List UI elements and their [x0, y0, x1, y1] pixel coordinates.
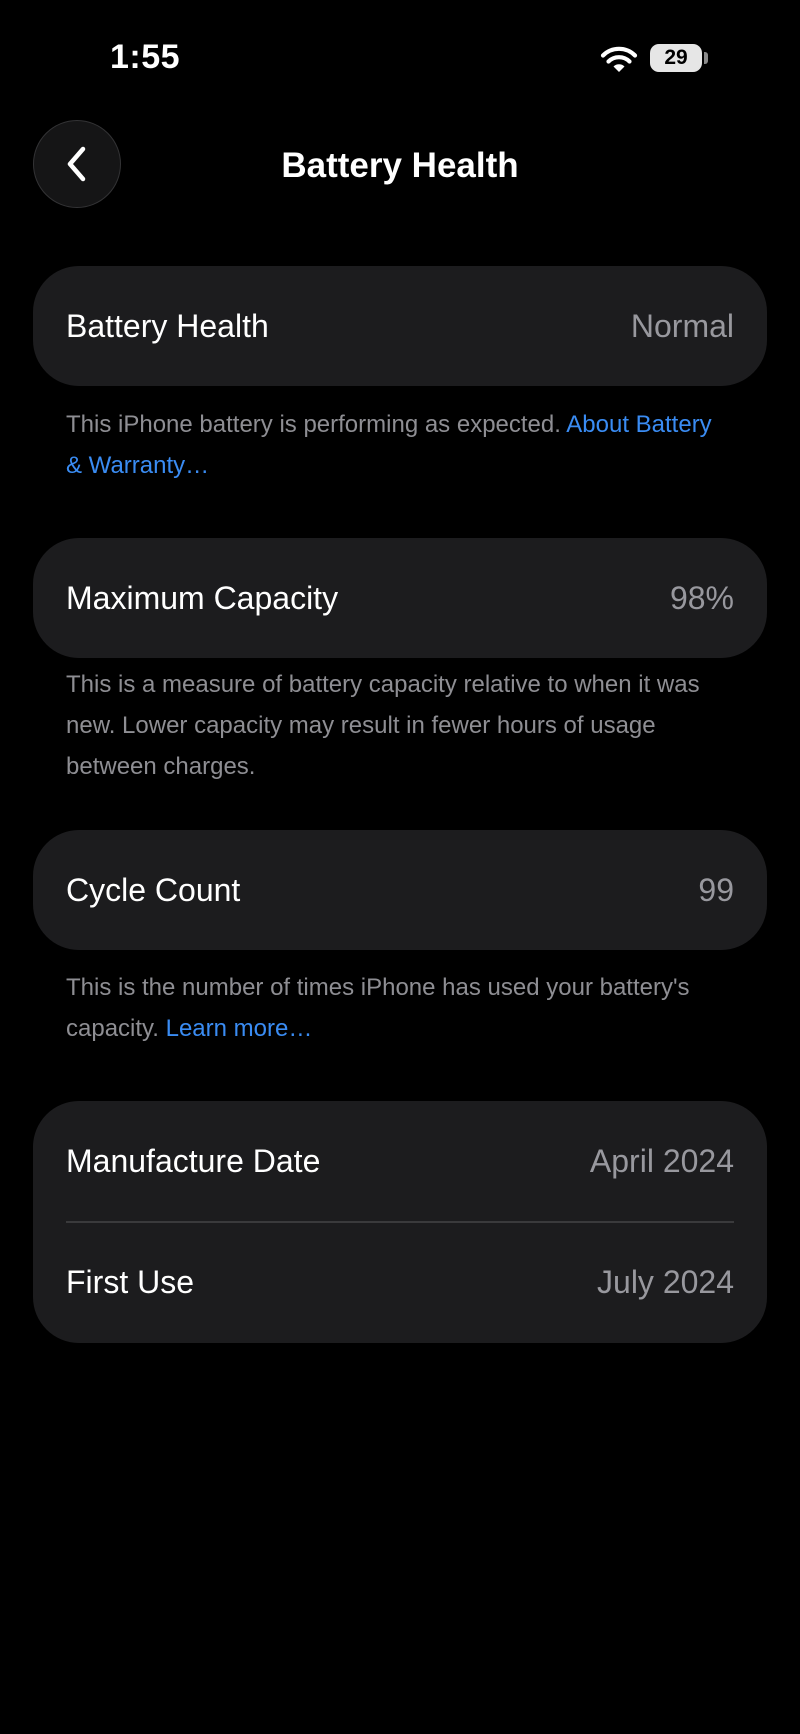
battery-nub [704, 52, 708, 64]
maximum-capacity-note: This is a measure of battery capacity re… [66, 671, 700, 780]
battery-health-footnote: This iPhone battery is performing as exp… [66, 404, 726, 486]
battery-health-row: Battery Health Normal [33, 266, 767, 386]
wifi-icon [600, 46, 638, 72]
maximum-capacity-value: 98% [669, 579, 734, 616]
page-title: Battery Health [281, 146, 519, 185]
manufacture-date-value: April 2024 [589, 1142, 734, 1179]
battery-health-value: Normal [630, 307, 734, 344]
battery-level: 29 [664, 46, 688, 69]
manufacture-date-row: Manufacture Date April 2024 [33, 1101, 767, 1221]
cycle-count-value: 99 [698, 871, 734, 908]
battery-health-note: This iPhone battery is performing as exp… [66, 411, 561, 438]
status-bar: 1:55 29 [0, 0, 800, 110]
first-use-label: First Use [66, 1264, 194, 1300]
cycle-count-label: Cycle Count [66, 871, 241, 908]
maximum-capacity-row: Maximum Capacity 98% [33, 538, 767, 658]
maximum-capacity-label: Maximum Capacity [66, 579, 339, 616]
battery-health-label: Battery Health [66, 307, 269, 344]
first-use-row: First Use July 2024 [33, 1223, 767, 1343]
cycle-count-row: Cycle Count 99 [33, 830, 767, 950]
first-use-value: July 2024 [597, 1264, 734, 1300]
maximum-capacity-card: Maximum Capacity 98% [33, 538, 767, 658]
cycle-count-footnote: This is the number of times iPhone has u… [66, 967, 726, 1049]
status-time: 1:55 [110, 38, 181, 76]
cycle-count-note: This is the number of times iPhone has u… [66, 974, 690, 1042]
battery-health-card: Battery Health Normal [33, 266, 767, 386]
manufacture-date-label: Manufacture Date [66, 1142, 321, 1179]
battery-health-screen: 1:55 29 Battery Health Battery Health No… [0, 0, 800, 1734]
cycle-count-card: Cycle Count 99 [33, 830, 767, 950]
maximum-capacity-footnote: This is a measure of battery capacity re… [66, 664, 726, 787]
learn-more-link[interactable]: Learn more… [166, 1015, 313, 1042]
dates-card: Manufacture Date April 2024 First Use Ju… [33, 1101, 767, 1343]
battery-icon: 29 [650, 44, 702, 72]
